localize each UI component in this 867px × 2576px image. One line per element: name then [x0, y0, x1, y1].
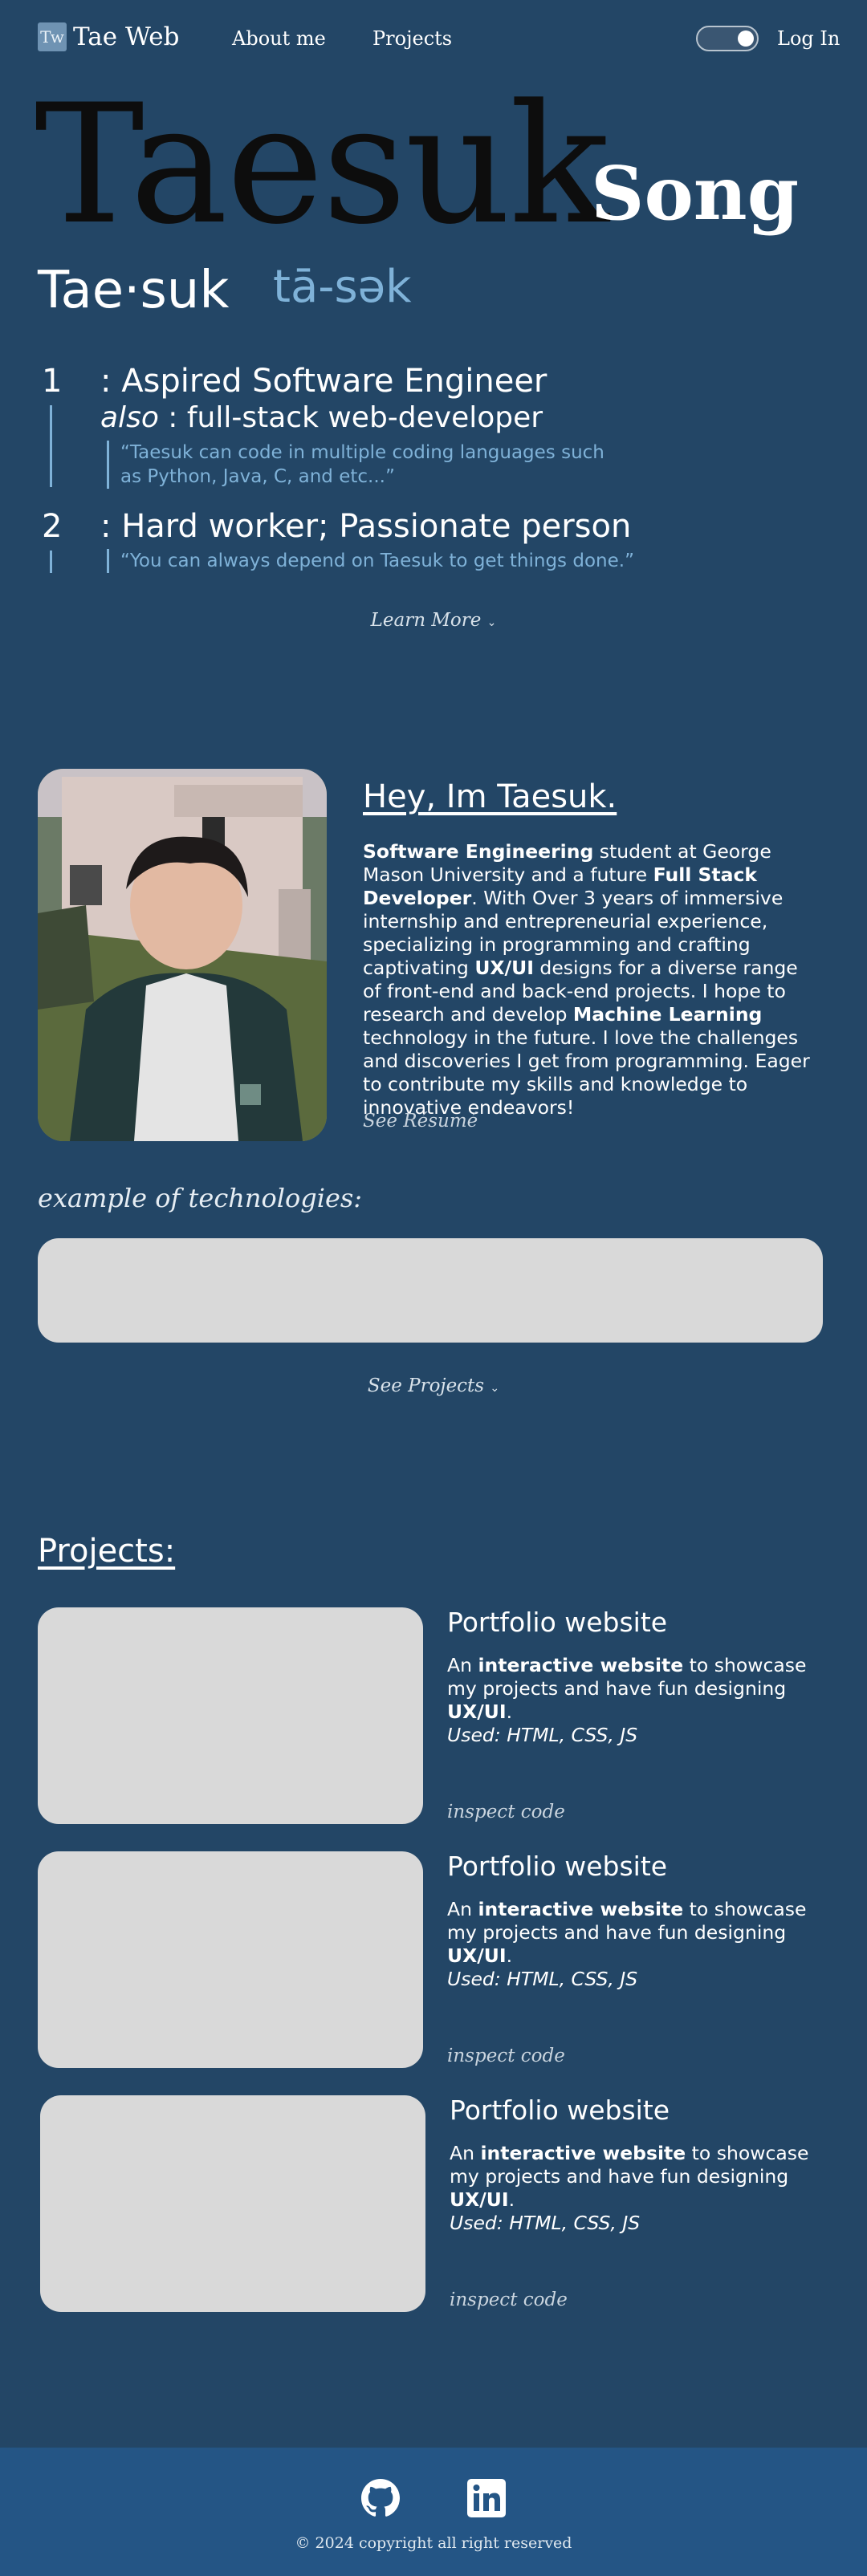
site-logo[interactable]: Tw Tae Web — [38, 22, 179, 51]
github-icon-svg — [361, 2479, 400, 2517]
inspect-code-link-2[interactable]: inspect code — [447, 2046, 565, 2066]
desc-bold: interactive website — [478, 1654, 684, 1676]
see-resume-link[interactable]: See Résumé — [363, 1111, 478, 1132]
github-icon[interactable] — [361, 2479, 400, 2517]
desc-bold: UX/UI — [447, 1944, 507, 1967]
project-tech-used: Used: HTML, CSS, JS — [447, 1968, 638, 1990]
technologies-placeholder — [38, 1238, 823, 1343]
logo-text: Tae Web — [73, 22, 180, 51]
definition-title-2: : Hard worker; Passionate person — [100, 508, 632, 545]
definition-number-1: 1 — [42, 363, 63, 400]
definition-divider-1 — [50, 405, 52, 487]
also-text: : full-stack web-developer — [158, 401, 543, 434]
project-image-2[interactable] — [38, 1851, 423, 2068]
desc-bold: UX/UI — [447, 1700, 507, 1723]
definition-also: also : full-stack web-developer — [100, 404, 543, 433]
linkedin-icon[interactable] — [467, 2479, 506, 2517]
desc-text: An — [447, 1898, 478, 1920]
about-highlight: Software Engineering — [363, 840, 594, 863]
pronunciation-word: Tae·suk — [38, 261, 230, 320]
definition-quote-2: “You can always depend on Taesuk to get … — [107, 549, 685, 573]
toggle-knob — [738, 30, 754, 47]
about-highlight: Machine Learning — [572, 1003, 763, 1026]
definition-divider-2 — [50, 551, 52, 573]
projects-title: Projects: — [38, 1533, 176, 1570]
desc-bold: interactive website — [480, 2142, 686, 2164]
copyright-text: © 2024 copyright all right reserved — [295, 2534, 572, 2552]
nav-link-projects[interactable]: Projects — [372, 27, 452, 50]
see-projects-link[interactable]: See Projects ⌄ — [0, 1375, 867, 1396]
desc-text: . — [508, 2188, 515, 2211]
footer — [0, 2448, 867, 2576]
desc-bold: interactive website — [478, 1898, 684, 1920]
about-title: Hey, Im Taesuk. — [363, 778, 617, 815]
chevron-down-icon: ⌄ — [486, 616, 497, 629]
learn-more-label: Learn More — [370, 610, 482, 631]
project-description-2: An interactive website to showcase my pr… — [447, 1898, 824, 1991]
desc-text: . — [506, 1700, 513, 1723]
hero-first-name: Taesuk — [35, 70, 609, 261]
theme-toggle[interactable] — [696, 26, 759, 51]
chevron-down-icon: ⌄ — [490, 1382, 500, 1395]
project-tech-used: Used: HTML, CSS, JS — [450, 2212, 641, 2234]
definition-quote-1: “Taesuk can code in multiple coding lang… — [107, 441, 621, 489]
definition-title-1: : Aspired Software Engineer — [100, 363, 547, 400]
technologies-title: example of technologies: — [38, 1183, 363, 1213]
project-tech-used: Used: HTML, CSS, JS — [447, 1724, 638, 1746]
about-highlight: UX/UI — [474, 957, 534, 979]
linkedin-icon-svg — [467, 2479, 506, 2517]
profile-photo-image — [38, 769, 327, 1141]
see-projects-label: See Projects — [367, 1375, 485, 1396]
also-word: also — [100, 401, 159, 434]
desc-bold: UX/UI — [450, 2188, 509, 2211]
login-button[interactable]: Log In — [777, 27, 840, 50]
project-image-1[interactable] — [38, 1607, 423, 1824]
learn-more-link[interactable]: Learn More ⌄ — [0, 610, 867, 631]
about-text: technology in the future. I love the cha… — [363, 1026, 810, 1119]
inspect-code-link-1[interactable]: inspect code — [447, 1802, 565, 1822]
desc-text: . — [506, 1944, 513, 1967]
desc-text: An — [450, 2142, 481, 2164]
project-title-2: Portfolio website — [447, 1851, 668, 1882]
desc-text: An — [447, 1654, 478, 1676]
logo-mark-icon: Tw — [38, 22, 67, 51]
inspect-code-link-3[interactable]: inspect code — [450, 2290, 568, 2310]
project-description-1: An interactive website to showcase my pr… — [447, 1654, 824, 1747]
nav-link-about-me[interactable]: About me — [232, 27, 326, 50]
project-title-1: Portfolio website — [447, 1607, 668, 1638]
pronunciation-ipa: tā-sək — [273, 261, 412, 313]
definition-number-2: 2 — [42, 508, 63, 545]
project-description-3: An interactive website to showcase my pr… — [450, 2142, 827, 2235]
project-image-3[interactable] — [40, 2095, 425, 2312]
profile-photo — [38, 769, 327, 1141]
project-title-3: Portfolio website — [450, 2095, 670, 2126]
top-navigation: Tw Tae Web About me Projects Log In — [0, 0, 867, 77]
about-description: Software Engineering student at George M… — [363, 840, 816, 1119]
hero-last-name: Song — [591, 150, 800, 237]
